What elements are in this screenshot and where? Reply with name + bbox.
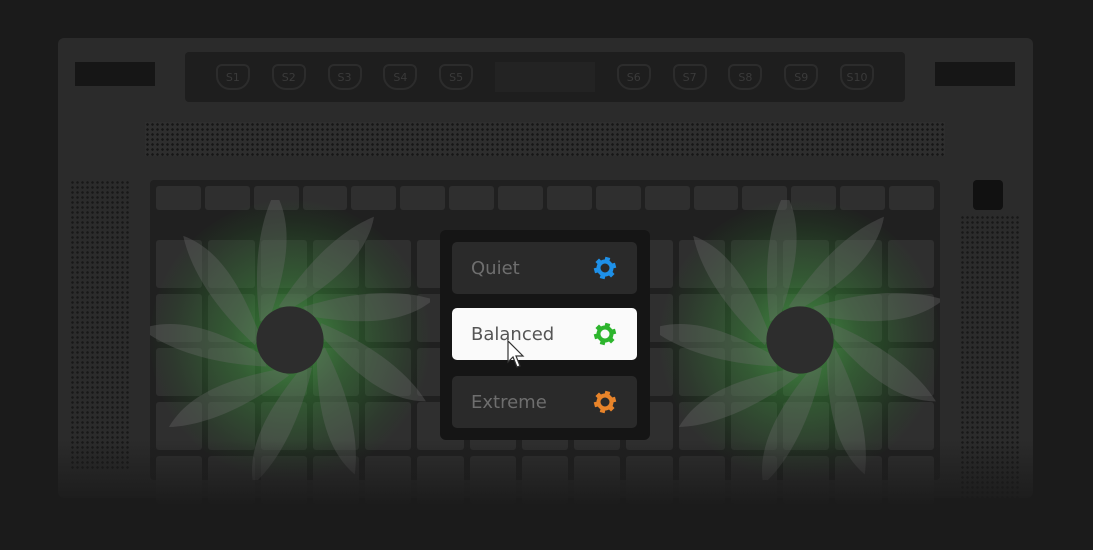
macro-key-strip: S1 S2 S3 S4 S5 S6 S7 S8 S9 S10 [185, 52, 905, 102]
function-key [498, 186, 543, 210]
gear-icon [593, 390, 617, 414]
hinge-left [75, 62, 155, 86]
fan-right [651, 191, 944, 485]
fan-mode-extreme[interactable]: Extreme [452, 376, 637, 428]
speaker-grille [145, 122, 945, 156]
macro-key: S5 [439, 64, 474, 90]
mode-label: Quiet [471, 257, 520, 279]
function-key [595, 186, 641, 210]
fan-mode-menu: Quiet Balanced Extreme [440, 230, 650, 440]
mode-label: Extreme [471, 391, 547, 413]
macro-key: S1 [215, 64, 250, 90]
side-grille-left [70, 180, 130, 470]
power-button [973, 180, 1003, 210]
bottom-fade [0, 440, 1093, 550]
macro-key: S4 [383, 64, 418, 90]
macro-key: S6 [616, 64, 651, 90]
mouse-cursor-icon [507, 340, 525, 368]
macro-key: S8 [728, 64, 763, 90]
display-panel [494, 62, 595, 92]
function-key [546, 186, 592, 210]
macro-key: S10 [840, 64, 875, 90]
gear-icon [593, 322, 617, 346]
fan-hub [766, 306, 834, 374]
fan-hub [256, 306, 324, 374]
fan-mode-quiet[interactable]: Quiet [452, 242, 637, 294]
macro-key: S3 [327, 64, 362, 90]
function-key [449, 186, 495, 210]
macro-key: S2 [271, 64, 306, 90]
fan-mode-balanced[interactable]: Balanced [452, 308, 637, 360]
fan-left [141, 191, 434, 485]
macro-key: S7 [672, 64, 707, 90]
gear-icon [593, 256, 617, 280]
macro-key: S9 [784, 64, 819, 90]
hinge-right [935, 62, 1015, 86]
